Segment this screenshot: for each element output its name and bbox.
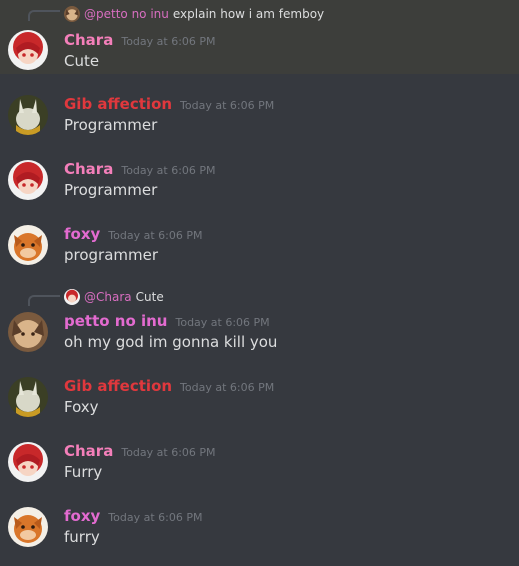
timestamp: Today at 6:06 PM xyxy=(108,229,203,242)
message-item[interactable]: Gib affection Today at 6:06 PM Foxy xyxy=(0,370,519,426)
timestamp: Today at 6:06 PM xyxy=(121,164,216,177)
chara-avatar-icon[interactable] xyxy=(8,442,48,482)
timestamp: Today at 6:06 PM xyxy=(180,381,275,394)
reply-mention[interactable]: @Chara xyxy=(84,290,132,304)
chara-avatar-icon xyxy=(64,289,80,305)
author-name[interactable]: petto no inu xyxy=(64,312,167,330)
message-item[interactable]: Gib affection Today at 6:06 PM Programme… xyxy=(0,88,519,144)
message-item[interactable]: foxy Today at 6:06 PM furry xyxy=(0,500,519,556)
author-name[interactable]: Gib affection xyxy=(64,95,172,113)
gib-avatar-icon[interactable] xyxy=(8,377,48,417)
author-name[interactable]: Chara xyxy=(64,160,113,178)
message-item[interactable]: Chara Today at 6:06 PM Furry xyxy=(0,435,519,491)
chara-avatar-icon[interactable] xyxy=(8,160,48,200)
petto-avatar-icon[interactable] xyxy=(8,312,48,352)
reply-mention[interactable]: @petto no inu xyxy=(84,7,169,21)
reply-text: Cute xyxy=(135,290,164,304)
reply-connector xyxy=(28,10,60,21)
message-content: Programmer xyxy=(64,116,158,134)
message-content: furry xyxy=(64,528,100,546)
message-content: Furry xyxy=(64,463,103,481)
message-content: Programmer xyxy=(64,181,158,199)
message-item[interactable]: @petto no inu explain how i am femboy Ch… xyxy=(0,0,519,74)
author-name[interactable]: Chara xyxy=(64,31,113,49)
author-name[interactable]: Gib affection xyxy=(64,377,172,395)
message-content: Cute xyxy=(64,52,100,70)
author-name[interactable]: Chara xyxy=(64,442,113,460)
author-name[interactable]: foxy xyxy=(64,225,100,243)
message-item[interactable]: Chara Today at 6:06 PM Programmer xyxy=(0,153,519,209)
timestamp: Today at 6:06 PM xyxy=(121,446,216,459)
petto-avatar-icon xyxy=(64,6,80,22)
timestamp: Today at 6:06 PM xyxy=(121,35,216,48)
chara-avatar-icon[interactable] xyxy=(8,30,48,70)
timestamp: Today at 6:06 PM xyxy=(180,99,275,112)
reply-preview[interactable]: @Chara Cute xyxy=(64,288,164,306)
message-content: oh my god im gonna kill you xyxy=(64,333,278,351)
timestamp: Today at 6:06 PM xyxy=(108,511,203,524)
gib-avatar-icon[interactable] xyxy=(8,95,48,135)
message-item[interactable]: foxy Today at 6:06 PM programmer xyxy=(0,218,519,274)
message-content: programmer xyxy=(64,246,159,264)
reply-preview[interactable]: @petto no inu explain how i am femboy xyxy=(64,5,324,23)
chat-log: @petto no inu explain how i am femboy Ch… xyxy=(0,0,519,566)
reply-connector xyxy=(28,295,60,306)
reply-text: explain how i am femboy xyxy=(172,7,325,21)
message-item[interactable]: @Chara Cute petto no inu Today at 6:06 P… xyxy=(0,286,519,356)
foxy-avatar-icon[interactable] xyxy=(8,507,48,547)
timestamp: Today at 6:06 PM xyxy=(175,316,270,329)
message-content: Foxy xyxy=(64,398,99,416)
foxy-avatar-icon[interactable] xyxy=(8,225,48,265)
author-name[interactable]: foxy xyxy=(64,507,100,525)
